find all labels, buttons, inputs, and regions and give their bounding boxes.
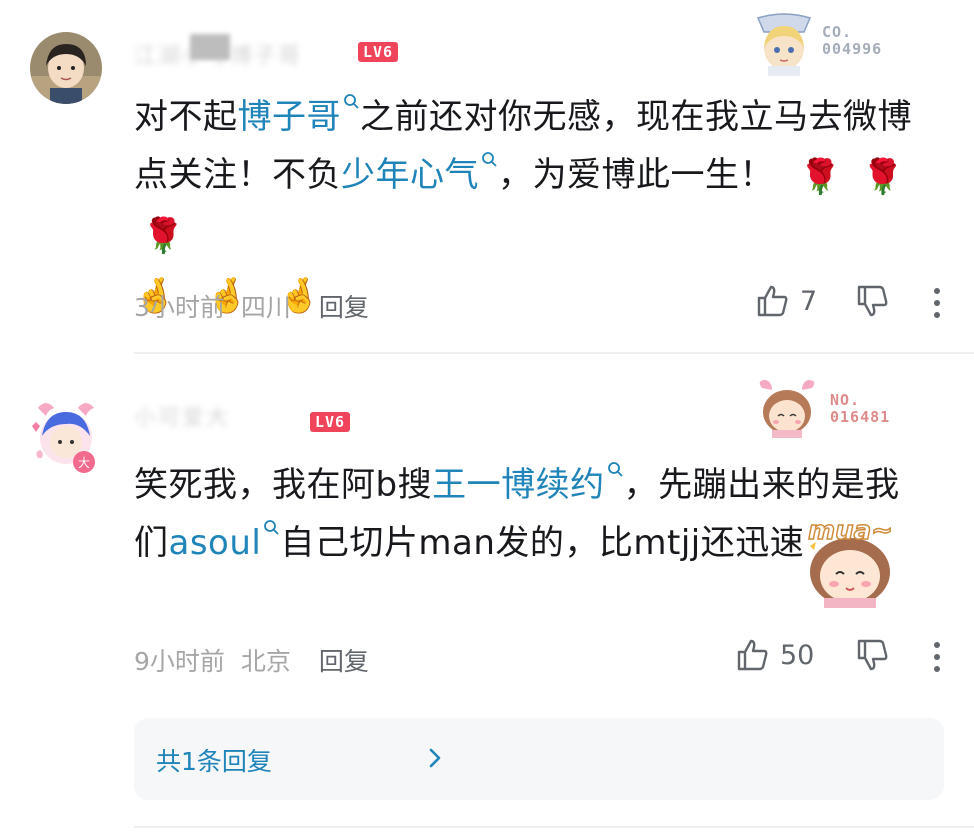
- text-segment: ，为爱博此一生！: [498, 155, 774, 195]
- fan-number: CO. 004996: [822, 23, 883, 58]
- rose-emoji: 🌹: [799, 156, 843, 197]
- like-button[interactable]: 50: [736, 638, 814, 672]
- search-link-label: asoul: [168, 523, 262, 563]
- reply-button[interactable]: 回复: [319, 293, 369, 322]
- fan-badge-image: [752, 378, 822, 442]
- thumbs-down-icon: [857, 285, 888, 317]
- mua-sticker: mua~: [800, 515, 900, 612]
- view-replies-button[interactable]: 共1条回复: [134, 718, 944, 800]
- timestamp: 9小时前: [134, 647, 225, 676]
- search-link-label: 博子哥: [237, 97, 341, 137]
- divider: [134, 826, 974, 828]
- level-badge: LV6: [358, 42, 399, 62]
- search-link-label: 王一博续约: [432, 465, 605, 505]
- search-link[interactable]: asoul: [168, 520, 281, 563]
- comment-item: 大 小可爱大 LV6 NO. 016481 笑死我，我在阿b搜王一博续约 ，先蹦出…: [0, 356, 974, 838]
- text-segment: 对不起: [134, 97, 238, 137]
- svg-text:大: 大: [78, 456, 90, 470]
- like-button[interactable]: 7: [756, 284, 817, 318]
- search-link[interactable]: 王一博续约: [432, 462, 624, 505]
- rose-emoji: 🌹: [142, 216, 185, 256]
- more-options-button[interactable]: [934, 642, 942, 678]
- comment-meta: 3小时前 四川 回复: [134, 288, 369, 324]
- search-link-label: 少年心气: [341, 155, 479, 195]
- search-link[interactable]: 少年心气: [341, 152, 498, 195]
- like-count: 50: [780, 639, 815, 671]
- reply-button[interactable]: 回复: [319, 647, 369, 676]
- fan-number: NO. 016481: [830, 391, 891, 426]
- like-count: 7: [800, 285, 818, 317]
- sticker-text: mua~: [807, 515, 893, 547]
- divider: [134, 352, 974, 354]
- level-badge: LV6: [310, 412, 351, 432]
- avatar[interactable]: [30, 32, 102, 104]
- comment-meta: 9小时前 北京 回复: [134, 642, 369, 678]
- location: 四川: [240, 293, 291, 322]
- chevron-right-icon: [429, 748, 441, 768]
- text-segment: 笑死我，我在阿b搜: [134, 465, 433, 505]
- view-replies-label: 共1条回复: [156, 747, 272, 776]
- avatar[interactable]: 大: [24, 396, 104, 476]
- more-options-button[interactable]: [934, 288, 942, 324]
- location: 北京: [240, 647, 291, 676]
- dislike-button[interactable]: [856, 638, 890, 676]
- timestamp: 3小时前: [134, 293, 225, 322]
- username[interactable]: 小可爱大: [134, 400, 230, 431]
- search-link[interactable]: 博子哥: [237, 94, 361, 137]
- search-icon: [344, 94, 359, 109]
- search-icon: [607, 462, 623, 477]
- search-icon: [482, 152, 497, 167]
- dislike-button[interactable]: [856, 284, 890, 322]
- thumbs-up-icon: [757, 285, 788, 317]
- text-segment: 自己切片man发的，比mtjj还迅速: [280, 523, 805, 563]
- fan-badge-image: [752, 12, 816, 80]
- comment-item: 江湖小号博子哥 LV6 CO. 004996 对不起博子哥之前还对你无感，现在我…: [0, 0, 974, 352]
- rose-emoji: 🌹: [861, 156, 905, 197]
- search-icon: [264, 520, 279, 535]
- username-mosaic: [190, 34, 230, 60]
- thumbs-up-icon: [737, 639, 768, 671]
- thumbs-down-icon: [857, 639, 888, 671]
